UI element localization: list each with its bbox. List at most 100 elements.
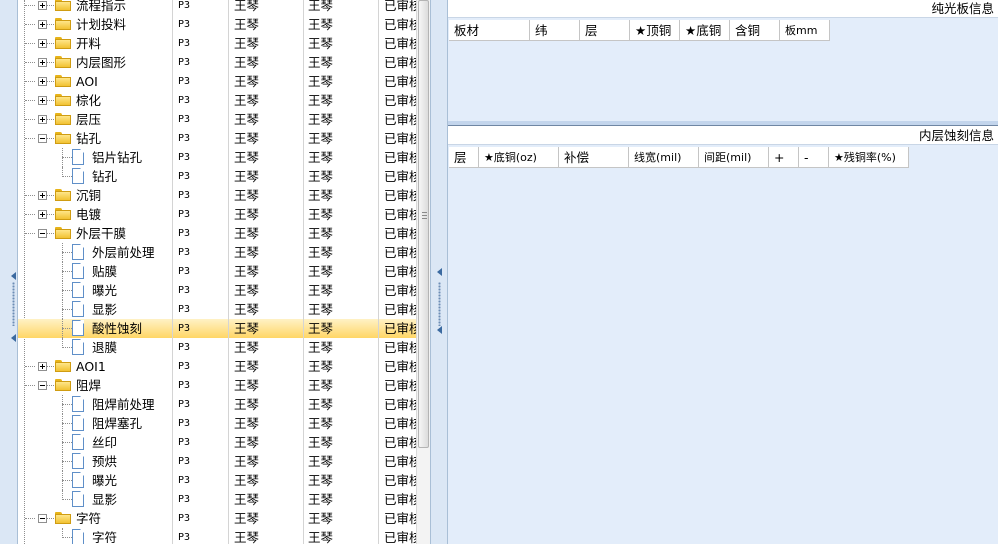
column-header-plus[interactable]: + [769,147,799,168]
folder-icon [55,94,71,106]
board-info-grid-header: 板材 纬 层 ★顶铜 ★底铜 含铜 板mm [449,20,830,41]
tree-node-item[interactable]: 预烘 P3 王琴 王琴 已审核 [18,452,416,471]
column-header-board-material[interactable]: 板材 [449,20,530,41]
middle-splitter-bar[interactable] [430,0,448,544]
column-header-layer[interactable]: 层 [580,20,630,41]
tree-node-folder[interactable]: 计划投料 P3 王琴 王琴 已审核 [18,15,416,34]
node-reviewer: 王琴 [308,340,334,355]
tree-node-folder[interactable]: 钻孔 P3 王琴 王琴 已审核 [18,129,416,148]
expand-plus-icon[interactable] [38,96,47,105]
column-header-layer[interactable]: 层 [449,147,479,168]
tree-connector-line [62,461,72,462]
etch-info-panel-header[interactable]: 内层蚀刻信息 [448,125,998,145]
node-code: P3 [178,323,191,334]
node-reviewer: 王琴 [308,511,334,526]
folder-icon [55,113,71,125]
column-header-with-copper[interactable]: 含铜 [730,20,780,41]
tree-node-folder[interactable]: 流程指示 P3 王琴 王琴 已审核 [18,0,416,15]
node-creator: 王琴 [234,150,260,165]
node-creator: 王琴 [234,492,260,507]
tree-node-item[interactable]: 曝光 P3 王琴 王琴 已审核 [18,471,416,490]
collapse-arrow-icon[interactable] [437,268,442,276]
tree-node-folder[interactable]: 电镀 P3 王琴 王琴 已审核 [18,205,416,224]
folder-icon [55,512,71,524]
tree-node-item[interactable]: 字符 P3 王琴 王琴 已审核 [18,528,416,544]
collapse-minus-icon[interactable] [38,514,47,523]
column-header-bottom-copper-oz[interactable]: ★底铜(oz) [479,147,559,168]
tree-node-item[interactable]: 贴膜 P3 王琴 王琴 已审核 [18,262,416,281]
column-header-board-thickness[interactable]: 板mm [780,20,830,41]
expand-plus-icon[interactable] [38,362,47,371]
tree-node-item[interactable]: 阻焊前处理 P3 王琴 王琴 已审核 [18,395,416,414]
expand-plus-icon[interactable] [38,115,47,124]
column-header-bottom-copper[interactable]: ★底铜 [680,20,730,41]
tree-connector-line [47,62,54,63]
tree-node-folder[interactable]: 外层干膜 P3 王琴 王琴 已审核 [18,224,416,243]
collapse-minus-icon[interactable] [38,134,47,143]
column-header-line-width[interactable]: 线宽(mil) [629,147,699,168]
expand-plus-icon[interactable] [38,58,47,67]
column-header-residual-copper-rate[interactable]: ★残铜率(%) [829,147,909,168]
column-header-spacing[interactable]: 间距(mil) [699,147,769,168]
tree-node-folder[interactable]: 阻焊 P3 王琴 王琴 已审核 [18,376,416,395]
tree-node-folder[interactable]: 层压 P3 王琴 王琴 已审核 [18,110,416,129]
tree-vertical-scrollbar[interactable] [416,0,430,544]
expand-plus-icon[interactable] [38,1,47,10]
node-name: 酸性蚀刻 [92,321,143,336]
tree-node-folder[interactable]: 棕化 P3 王琴 王琴 已审核 [18,91,416,110]
collapse-arrow-icon[interactable] [437,326,442,334]
document-icon [72,396,84,412]
collapse-minus-icon[interactable] [38,381,47,390]
expand-plus-icon[interactable] [38,210,47,219]
tree-node-item[interactable]: 显影 P3 王琴 王琴 已审核 [18,490,416,509]
tree-node-folder[interactable]: AOI P3 王琴 王琴 已审核 [18,72,416,91]
board-info-panel-title: 纯光板信息 [931,1,994,16]
column-header-weft[interactable]: 纬 [530,20,580,41]
tree-node-folder[interactable]: AOI1 P3 王琴 王琴 已审核 [18,357,416,376]
column-header-top-copper[interactable]: ★顶铜 [630,20,680,41]
column-header-minus[interactable]: - [799,147,829,168]
expand-plus-icon[interactable] [38,39,47,48]
tree-node-folder[interactable]: 开料 P3 王琴 王琴 已审核 [18,34,416,53]
left-splitter-bar[interactable] [0,0,18,544]
tree-node-item[interactable]: 丝印 P3 王琴 王琴 已审核 [18,433,416,452]
node-name: 层压 [76,112,102,127]
document-icon [72,149,84,165]
node-creator: 王琴 [234,435,260,450]
tree-node-item[interactable]: 铝片钻孔 P3 王琴 王琴 已审核 [18,148,416,167]
expand-plus-icon[interactable] [38,20,47,29]
node-creator: 王琴 [234,511,260,526]
node-code: P3 [178,57,191,68]
tree-node-item[interactable]: 酸性蚀刻 P3 王琴 王琴 已审核 [18,319,416,338]
tree-node-folder[interactable]: 沉铜 P3 王琴 王琴 已审核 [18,186,416,205]
collapse-minus-icon[interactable] [38,229,47,238]
tree-node-item[interactable]: 阻焊塞孔 P3 王琴 王琴 已审核 [18,414,416,433]
scrollbar-thumb[interactable] [418,0,429,448]
expand-plus-icon[interactable] [38,77,47,86]
node-code: P3 [178,456,191,467]
board-info-panel-header[interactable]: 纯光板信息 [448,0,998,18]
collapse-arrow-icon[interactable] [11,272,16,280]
tree-node-folder[interactable]: 内层图形 P3 王琴 王琴 已审核 [18,53,416,72]
collapse-arrow-icon[interactable] [11,334,16,342]
tree-node-item[interactable]: 退膜 P3 王琴 王琴 已审核 [18,338,416,357]
node-name: 显影 [92,492,118,507]
node-reviewer: 王琴 [308,226,334,241]
splitter-grip[interactable] [438,282,441,326]
node-creator: 王琴 [234,207,260,222]
tree-connector-line [62,157,72,158]
tree-connector-line [47,214,54,215]
column-header-compensation[interactable]: 补偿 [559,147,629,168]
tree-node-folder[interactable]: 字符 P3 王琴 王琴 已审核 [18,509,416,528]
tree-node-item[interactable]: 外层前处理 P3 王琴 王琴 已审核 [18,243,416,262]
tree-node-item[interactable]: 曝光 P3 王琴 王琴 已审核 [18,281,416,300]
tree-connector-line [25,24,35,25]
expand-plus-icon[interactable] [38,191,47,200]
tree-node-item[interactable]: 显影 P3 王琴 王琴 已审核 [18,300,416,319]
splitter-grip[interactable] [12,282,15,326]
node-status: 已审核 [384,150,416,165]
tree-connector-line [47,81,54,82]
tree-node-item[interactable]: 钻孔 P3 王琴 王琴 已审核 [18,167,416,186]
tree-connector-line [62,404,72,405]
etch-info-grid-header: 层 ★底铜(oz) 补偿 线宽(mil) 间距(mil) + - ★残铜率(%) [449,147,909,168]
